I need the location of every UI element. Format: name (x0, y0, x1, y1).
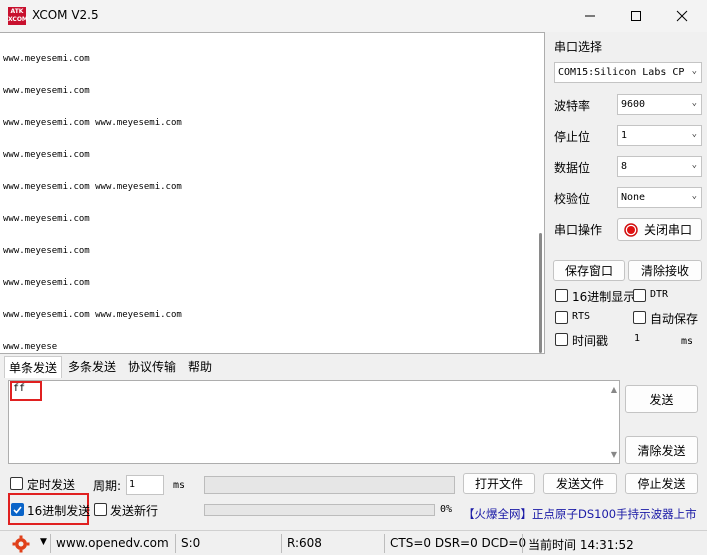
timestamp-checkbox[interactable] (555, 333, 568, 346)
receive-line: www.meyesemi.com (3, 150, 90, 160)
hex-send-checkbox[interactable] (11, 503, 24, 516)
dropdown-icon[interactable]: ▼ (40, 537, 47, 547)
title-bar: ATK XCOM XCOM V2.5 (0, 0, 707, 32)
rts-label: RTS (572, 311, 591, 322)
auto-save-checkbox[interactable] (633, 311, 646, 324)
receive-line: www.meyesemi.com www.meyesemi.com (3, 310, 182, 320)
maximize-icon (631, 11, 641, 21)
databit-select[interactable]: 8 ⌄ (617, 156, 702, 177)
port-op-label: 串口操作 (554, 223, 603, 237)
period-unit: ms (173, 480, 186, 491)
checkmark-icon (13, 506, 22, 514)
stopbit-select[interactable]: 1 ⌄ (617, 125, 702, 146)
dtr-label: DTR (650, 289, 669, 300)
minimize-button[interactable] (567, 0, 613, 32)
receive-lines: www.meyesemi.com www.meyesemi.com www.me… (3, 43, 182, 353)
close-port-label: 关闭串口 (644, 223, 693, 237)
send-text: ff (13, 383, 26, 394)
send-tabs: 单条发送 多条发送 协议传输 帮助 (0, 356, 545, 378)
send-file-button[interactable]: 发送文件 (543, 473, 617, 494)
dtr-checkbox[interactable] (633, 289, 646, 302)
baud-select-value: 9600 (621, 99, 646, 110)
tab-multi-send[interactable]: 多条发送 (64, 356, 120, 378)
receive-scrollbar[interactable] (539, 233, 542, 353)
minimize-icon (585, 15, 595, 17)
tab-help[interactable]: 帮助 (184, 356, 216, 378)
hex-display-label: 16进制显示 (572, 290, 636, 304)
send-newline-checkbox[interactable] (94, 503, 107, 516)
receive-line: www.meyesemi.com (3, 214, 90, 224)
receive-line: www.meyese (3, 342, 58, 352)
timed-send-checkbox[interactable] (10, 477, 23, 490)
auto-save-label: 自动保存 (650, 312, 699, 326)
receive-line: www.meyesemi.com www.meyesemi.com (3, 118, 182, 128)
status-lines: CTS=0 DSR=0 DCD=0 (390, 536, 527, 550)
period-label: 周期: (93, 479, 122, 493)
parity-select[interactable]: None ⌄ (617, 187, 702, 208)
chevron-down-icon: ⌄ (691, 66, 697, 76)
send-textarea[interactable]: ff ▲ ▼ (8, 380, 620, 464)
timestamp-input[interactable]: 1 (630, 330, 676, 349)
send-progress-bar (204, 504, 435, 516)
send-button[interactable]: 发送 (625, 385, 698, 413)
hex-send-label: 16进制发送 (27, 504, 91, 518)
tab-single-send[interactable]: 单条发送 (4, 356, 63, 378)
receive-line: www.meyesemi.com (3, 278, 90, 288)
clear-send-button[interactable]: 清除发送 (625, 436, 698, 464)
port-select[interactable]: COM15:Silicon Labs CP ⌄ (554, 62, 702, 83)
receive-line: www.meyesemi.com www.meyesemi.com (3, 182, 182, 192)
stop-send-button[interactable]: 停止发送 (625, 473, 698, 494)
port-select-value: COM15:Silicon Labs CP (558, 67, 685, 78)
status-url[interactable]: www.openedv.com (56, 536, 169, 550)
receive-line: www.meyesemi.com (3, 86, 90, 96)
record-icon (624, 222, 638, 237)
status-received: R:608 (287, 536, 322, 550)
receive-line: www.meyesemi.com (3, 246, 90, 256)
period-input[interactable]: 1 (126, 475, 164, 495)
status-sent: S:0 (181, 536, 201, 550)
receive-line: www.meyesemi.com (3, 54, 90, 64)
status-time: 当前时间 14:31:52 (528, 538, 634, 552)
receive-textarea[interactable]: www.meyesemi.com www.meyesemi.com www.me… (0, 32, 545, 354)
timestamp-label: 时间戳 (572, 334, 609, 348)
baud-label: 波特率 (554, 99, 591, 113)
open-file-button[interactable]: 打开文件 (463, 473, 535, 494)
scroll-up-icon[interactable]: ▲ (611, 385, 617, 394)
stopbit-label: 停止位 (554, 130, 591, 144)
app-logo-icon: ATK XCOM (8, 7, 28, 25)
window-title: XCOM V2.5 (32, 8, 99, 22)
scroll-down-icon[interactable]: ▼ (611, 450, 617, 459)
port-select-label: 串口选择 (554, 40, 603, 54)
gear-icon[interactable] (12, 535, 30, 553)
close-port-button[interactable]: 关闭串口 (617, 218, 702, 241)
rts-checkbox[interactable] (555, 311, 568, 324)
send-newline-label: 发送新行 (110, 504, 159, 518)
hex-display-checkbox[interactable] (555, 289, 568, 302)
chevron-down-icon: ⌄ (691, 191, 697, 201)
ad-link[interactable]: 【火爆全网】正点原子DS100手持示波器上市 (463, 506, 697, 522)
chevron-down-icon: ⌄ (691, 98, 697, 108)
stopbit-select-value: 1 (621, 130, 628, 141)
chevron-down-icon: ⌄ (691, 160, 697, 170)
timed-send-label: 定时发送 (27, 478, 76, 492)
empty-field-bar (204, 476, 455, 494)
close-icon (676, 10, 688, 22)
timestamp-unit: ms (681, 336, 694, 347)
tab-protocol[interactable]: 协议传输 (124, 356, 180, 378)
chevron-down-icon: ⌄ (691, 129, 697, 139)
maximize-button[interactable] (613, 0, 659, 32)
databit-label: 数据位 (554, 161, 591, 175)
save-window-button[interactable]: 保存窗口 (553, 260, 625, 281)
parity-select-value: None (621, 192, 646, 203)
baud-select[interactable]: 9600 ⌄ (617, 94, 702, 115)
status-bar: ▼ www.openedv.com S:0 R:608 CTS=0 DSR=0 … (0, 530, 707, 555)
parity-label: 校验位 (554, 192, 591, 206)
close-button[interactable] (659, 0, 705, 32)
send-progress-text: 0% (440, 504, 453, 515)
clear-receive-button[interactable]: 清除接收 (628, 260, 702, 281)
databit-select-value: 8 (621, 161, 628, 172)
